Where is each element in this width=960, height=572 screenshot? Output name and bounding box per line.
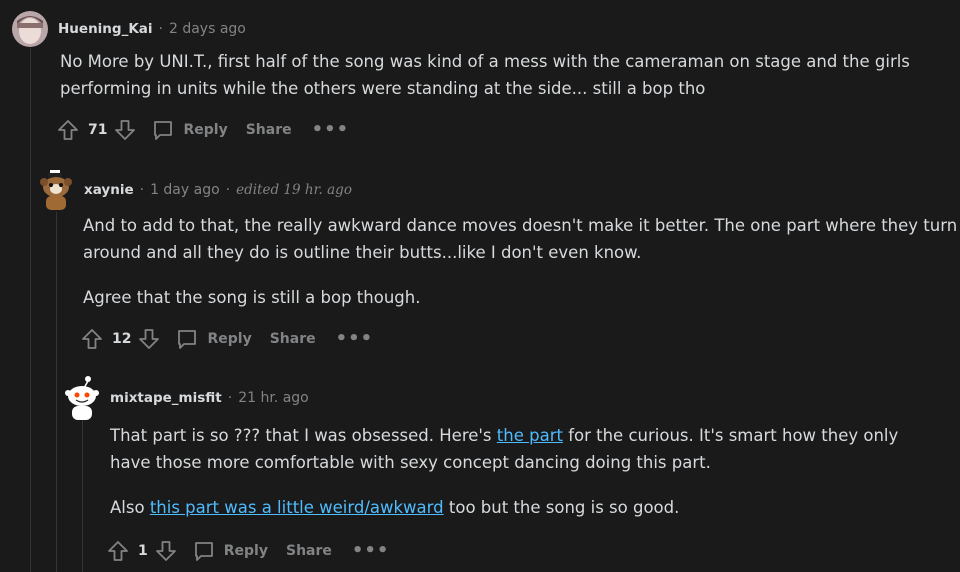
comment-text: That part is so ??? that I was obsessed.… xyxy=(110,422,940,476)
reply-label: Reply xyxy=(207,331,252,347)
comment-body: No More by UNI.T., first half of the son… xyxy=(60,48,920,102)
comment-text: Also this part was a little weird/awkwar… xyxy=(110,494,940,521)
upvote-icon[interactable] xyxy=(106,539,130,563)
more-options-icon[interactable]: ••• xyxy=(336,330,374,348)
avatar-image xyxy=(12,11,48,47)
upvote-icon[interactable] xyxy=(80,327,104,351)
vote-count: 71 xyxy=(88,122,108,138)
text-segment: Also xyxy=(110,498,150,517)
reply-button[interactable]: Reply xyxy=(192,539,268,563)
author-name[interactable]: xaynie xyxy=(84,182,134,198)
reply-label: Reply xyxy=(183,122,228,138)
share-button[interactable]: Share xyxy=(286,543,332,559)
text-segment: too but the song is so good. xyxy=(443,498,680,517)
comment-header: xaynie · 1 day ago · edited 19 hr. ago xyxy=(38,170,960,210)
comment-bubble-icon xyxy=(194,542,213,561)
comment: xaynie · 1 day ago · edited 19 hr. ago A… xyxy=(38,170,960,355)
vote-count: 12 xyxy=(112,331,132,347)
avatar[interactable] xyxy=(64,376,100,420)
downvote-icon[interactable] xyxy=(137,327,161,351)
separator-dot: · xyxy=(158,21,163,37)
inline-link[interactable]: this part was a little weird/awkward xyxy=(150,498,444,517)
text-segment: That part is so ??? that I was obsessed.… xyxy=(110,426,497,445)
downvote-icon[interactable] xyxy=(154,539,178,563)
edited-label: edited 19 hr. ago xyxy=(236,182,352,198)
comment-actions: 71 Reply Share ••• xyxy=(56,114,952,146)
reply-label: Reply xyxy=(223,543,268,559)
comment-actions: 12 Reply Share ••• xyxy=(80,323,960,355)
snoo-avatar-image xyxy=(65,376,99,420)
timestamp[interactable]: 2 days ago xyxy=(169,21,246,37)
comment-header: mixtape_misfit · 21 hr. ago xyxy=(64,376,960,420)
reply-button[interactable]: Reply xyxy=(175,327,252,351)
comment-header: Huening_Kai · 2 days ago xyxy=(12,11,952,47)
avatar[interactable] xyxy=(38,170,74,210)
more-options-icon[interactable]: ••• xyxy=(352,542,390,560)
author-name[interactable]: mixtape_misfit xyxy=(110,390,222,406)
reply-button[interactable]: Reply xyxy=(151,118,228,142)
avatar[interactable] xyxy=(12,11,48,47)
share-button[interactable]: Share xyxy=(270,331,316,347)
comment-text: Agree that the song is still a bop thoug… xyxy=(83,288,421,307)
comment: mixtape_misfit · 21 hr. ago That part is… xyxy=(64,376,960,567)
comment-actions: 1 Reply Share ••• xyxy=(106,535,960,567)
comment-body: And to add to that, the really awkward d… xyxy=(83,212,959,311)
timestamp[interactable]: 1 day ago xyxy=(150,182,220,198)
comment-text: No More by UNI.T., first half of the son… xyxy=(60,52,910,98)
comment-text: And to add to that, the really awkward d… xyxy=(83,216,958,262)
separator-dot: · xyxy=(139,182,145,198)
comment-bubble-icon xyxy=(154,121,173,140)
downvote-icon[interactable] xyxy=(113,118,137,142)
separator-dot: · xyxy=(225,182,231,198)
comment-bubble-icon xyxy=(178,330,197,349)
inline-link[interactable]: the part xyxy=(497,426,563,445)
snoo-avatar-image xyxy=(40,170,72,210)
separator-dot: · xyxy=(227,390,233,406)
share-button[interactable]: Share xyxy=(246,122,292,138)
upvote-icon[interactable] xyxy=(56,118,80,142)
timestamp[interactable]: 21 hr. ago xyxy=(238,390,309,406)
more-options-icon[interactable]: ••• xyxy=(312,121,350,139)
vote-count: 1 xyxy=(138,543,148,559)
comment: Huening_Kai · 2 days ago No More by UNI.… xyxy=(12,11,952,146)
author-name[interactable]: Huening_Kai xyxy=(58,21,153,37)
comment-body: That part is so ??? that I was obsessed.… xyxy=(110,422,940,521)
